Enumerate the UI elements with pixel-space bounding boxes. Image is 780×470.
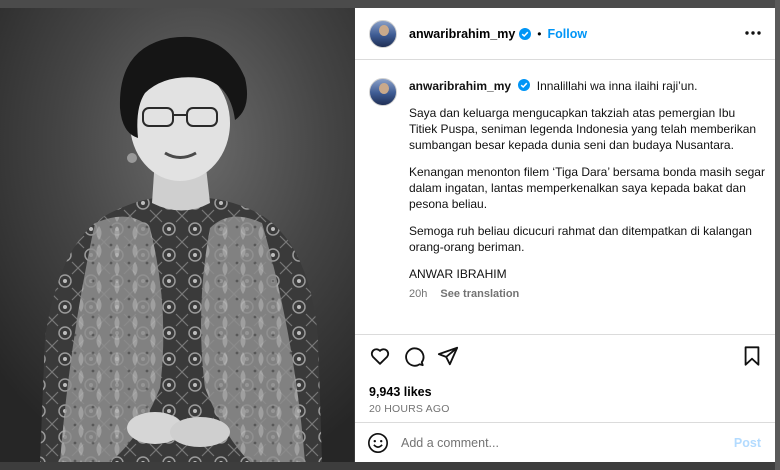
comment-input[interactable] — [401, 435, 721, 450]
author-username[interactable]: anwaribrahim_my — [409, 27, 515, 41]
backdrop-right-strip — [775, 0, 780, 470]
header-separator: • — [537, 26, 542, 41]
caption-meta: 20h See translation — [409, 286, 765, 302]
author-avatar[interactable] — [369, 19, 397, 48]
emoji-icon[interactable] — [367, 432, 389, 454]
verified-badge-icon — [519, 27, 532, 40]
see-translation-link[interactable]: See translation — [440, 288, 519, 300]
portrait-illustration — [0, 8, 354, 462]
caption-body: anwaribrahim_my Innalillahi wa inna ilai… — [409, 78, 765, 302]
share-icon[interactable] — [437, 345, 459, 367]
likes-count[interactable]: 9,943 likes — [369, 385, 432, 399]
caption-time: 20h — [409, 288, 428, 300]
verified-badge-icon — [518, 79, 531, 91]
caption-first-line: Innalillahi wa inna ilaihi raji’un. — [536, 79, 698, 93]
post-comment-button[interactable]: Post — [734, 436, 761, 450]
caption-author-avatar[interactable] — [369, 78, 397, 106]
caption-paragraph: Semoga ruh beliau dicucuri rahmat dan di… — [409, 224, 752, 254]
backdrop-top-strip — [0, 0, 780, 8]
caption-signature: ANWAR IBRAHIM — [409, 267, 507, 281]
bookmark-icon[interactable] — [741, 345, 763, 367]
follow-button[interactable]: Follow — [548, 27, 588, 41]
post-photo[interactable] — [0, 8, 354, 462]
caption-paragraph: Saya dan keluarga mengucapkan takziah at… — [409, 106, 757, 152]
post-header: anwaribrahim_my • Follow — [355, 8, 775, 60]
caption-paragraph: Kenangan menonton filem ‘Tiga Dara’ bers… — [409, 165, 765, 211]
post-caption: anwaribrahim_my Innalillahi wa inna ilai… — [369, 78, 769, 302]
post-timestamp: 20 HOURS AGO — [369, 403, 450, 415]
caption-username[interactable]: anwaribrahim_my — [409, 79, 511, 93]
action-bar — [369, 345, 763, 373]
post-details-panel: anwaribrahim_my • Follow anwaribrahim_my — [355, 8, 775, 462]
backdrop-bottom-strip — [0, 462, 780, 470]
more-options-icon[interactable] — [743, 26, 763, 40]
comment-icon[interactable] — [403, 345, 425, 367]
post-modal-view: anwaribrahim_my • Follow anwaribrahim_my — [0, 0, 780, 470]
comment-bar: Post — [355, 422, 775, 462]
heart-icon[interactable] — [369, 345, 391, 367]
